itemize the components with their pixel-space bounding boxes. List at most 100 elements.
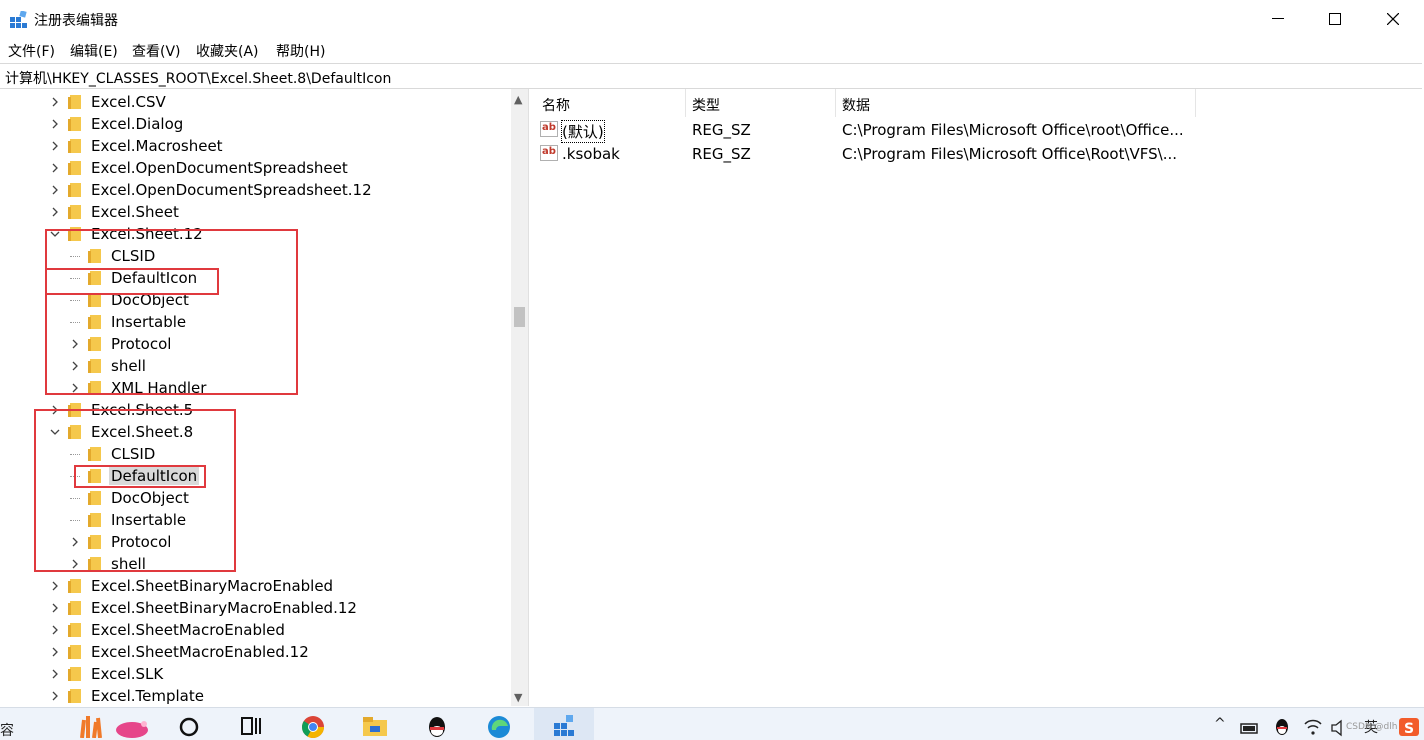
active-app-slot[interactable]	[534, 708, 594, 740]
folder-icon	[68, 623, 81, 637]
scroll-up-icon[interactable]: ▲	[514, 93, 522, 106]
folder-icon	[68, 667, 81, 681]
tree-node-label[interactable]: Excel.SheetBinaryMacroEnabled	[91, 577, 333, 595]
menu-file[interactable]: 文件(F)	[8, 41, 55, 61]
tree-node[interactable]: Excel.Sheet	[0, 201, 480, 223]
scroll-down-icon[interactable]: ▼	[514, 691, 522, 704]
chrome-icon[interactable]	[300, 712, 326, 738]
battery-icon[interactable]	[1240, 712, 1260, 738]
registry-editor-icon	[10, 11, 27, 28]
registry-editor-icon	[554, 715, 574, 736]
folder-icon	[68, 579, 81, 593]
minimize-button[interactable]	[1249, 0, 1307, 38]
tree-node-label[interactable]: Excel.Dialog	[91, 115, 183, 133]
chevron-right-icon[interactable]	[48, 161, 62, 175]
minimize-icon	[1272, 18, 1284, 19]
column-header-data[interactable]: 数据	[836, 89, 1196, 117]
tree-node-label[interactable]: Excel.Sheet	[91, 203, 179, 221]
folder-icon	[68, 601, 81, 615]
chevron-right-icon[interactable]	[48, 623, 62, 637]
tree-node[interactable]: Excel.SheetBinaryMacroEnabled	[0, 575, 480, 597]
values-list[interactable]: 名称 类型 数据 ab (默认) REG_SZ C:\Program Files…	[536, 89, 1422, 706]
svg-text:S: S	[1404, 721, 1414, 737]
menu-bar: 文件(F) 编辑(E) 查看(V) 收藏夹(A) 帮助(H)	[0, 38, 1424, 62]
close-button[interactable]	[1364, 0, 1422, 38]
maximize-button[interactable]	[1306, 0, 1364, 38]
chevron-right-icon[interactable]	[48, 205, 62, 219]
search-icon[interactable]	[176, 712, 202, 738]
value-row[interactable]: ab .ksobak REG_SZ C:\Program Files\Micro…	[536, 142, 1422, 166]
file-explorer-icon[interactable]	[362, 712, 388, 738]
chevron-right-icon[interactable]	[48, 667, 62, 681]
qq-icon[interactable]	[424, 712, 450, 738]
task-view-icon[interactable]	[238, 712, 264, 738]
chevron-right-icon[interactable]	[48, 117, 62, 131]
string-value-icon: ab	[540, 145, 558, 161]
folder-icon	[68, 205, 81, 219]
value-row[interactable]: ab (默认) REG_SZ C:\Program Files\Microsof…	[536, 118, 1422, 143]
title-bar: 注册表编辑器	[0, 0, 1424, 38]
tree-node-label[interactable]: Excel.SheetMacroEnabled	[91, 621, 285, 639]
tree-node-label[interactable]: Excel.OpenDocumentSpreadsheet	[91, 159, 348, 177]
chevron-right-icon[interactable]	[48, 139, 62, 153]
chevron-right-icon[interactable]	[48, 689, 62, 703]
menu-edit[interactable]: 编辑(E)	[70, 41, 118, 61]
tree-node[interactable]: Excel.Macrosheet	[0, 135, 480, 157]
tree-node-label[interactable]: Excel.SheetBinaryMacroEnabled.12	[91, 599, 357, 617]
tree-node[interactable]: Excel.SheetMacroEnabled	[0, 619, 480, 641]
address-bar[interactable]: 计算机\HKEY_CLASSES_ROOT\Excel.Sheet.8\Defa…	[0, 63, 1422, 89]
edge-icon[interactable]	[486, 712, 512, 738]
chevron-right-icon[interactable]	[48, 95, 62, 109]
tray-overflow-icon[interactable]: ^	[1214, 716, 1226, 732]
tree-node[interactable]: Excel.SheetBinaryMacroEnabled.12	[0, 597, 480, 619]
highlight-box-defaulticon-12	[45, 268, 219, 295]
taskbar: 容 ^ 英 CSDN @dlh S	[0, 707, 1424, 740]
tree-node[interactable]: Excel.SLK	[0, 663, 480, 685]
highlight-box-defaulticon-8	[74, 465, 206, 488]
value-name: (默认)	[561, 120, 605, 143]
column-header-name[interactable]: 名称	[536, 89, 686, 117]
folder-icon	[68, 161, 81, 175]
tree-node-label[interactable]: Excel.SLK	[91, 665, 163, 683]
taskbar-left-text: 容	[0, 723, 14, 739]
scroll-thumb[interactable]	[514, 307, 525, 327]
qq-tray-icon[interactable]	[1272, 712, 1292, 738]
tree-node-label[interactable]: Excel.SheetMacroEnabled.12	[91, 643, 309, 661]
menu-help[interactable]: 帮助(H)	[276, 41, 325, 61]
registry-tree[interactable]: Excel.Template Excel.SLK Excel.SheetMacroE…	[0, 89, 529, 706]
tree-node[interactable]: Excel.OpenDocumentSpreadsheet	[0, 157, 480, 179]
tree-node-label[interactable]: Excel.Template	[91, 687, 204, 705]
decorative-coral-icon	[80, 716, 148, 738]
highlight-box-sheet12	[45, 229, 298, 395]
tree-node[interactable]: Excel.Dialog	[0, 113, 480, 135]
tree-node[interactable]: Excel.OpenDocumentSpreadsheet.12	[0, 179, 480, 201]
sogou-input-icon[interactable]: S	[1398, 712, 1420, 738]
chevron-right-icon[interactable]	[48, 645, 62, 659]
folder-icon	[68, 183, 81, 197]
tree-node-label[interactable]: Excel.Macrosheet	[91, 137, 223, 155]
address-path[interactable]: 计算机\HKEY_CLASSES_ROOT\Excel.Sheet.8\Defa…	[5, 68, 391, 88]
watermark-text: CSDN @dlh	[1346, 722, 1398, 732]
tree-node[interactable]: Excel.SheetMacroEnabled.12	[0, 641, 480, 663]
chevron-right-icon[interactable]	[48, 601, 62, 615]
value-data: C:\Program Files\Microsoft Office\Root\V…	[842, 145, 1178, 163]
wifi-icon[interactable]	[1302, 712, 1324, 738]
tree-node-label[interactable]: Excel.CSV	[91, 93, 166, 111]
tree-node[interactable]: Excel.Template	[0, 685, 480, 706]
folder-icon	[68, 95, 81, 109]
column-header-type[interactable]: 类型	[686, 89, 836, 117]
tree-scrollbar[interactable]: ▲ ▼	[511, 89, 528, 706]
menu-favorites[interactable]: 收藏夹(A)	[196, 41, 259, 61]
string-value-icon: ab	[540, 121, 558, 137]
maximize-icon	[1329, 13, 1341, 25]
value-type: REG_SZ	[692, 145, 751, 163]
chevron-right-icon[interactable]	[48, 579, 62, 593]
folder-icon	[68, 139, 81, 153]
chevron-right-icon[interactable]	[48, 183, 62, 197]
tree-node[interactable]: Excel.CSV	[0, 91, 480, 113]
value-data: C:\Program Files\Microsoft Office\root\O…	[842, 121, 1184, 139]
tree-node-label[interactable]: Excel.OpenDocumentSpreadsheet.12	[91, 181, 372, 199]
folder-icon	[68, 689, 81, 703]
menu-view[interactable]: 查看(V)	[132, 41, 181, 61]
value-type: REG_SZ	[692, 121, 751, 139]
